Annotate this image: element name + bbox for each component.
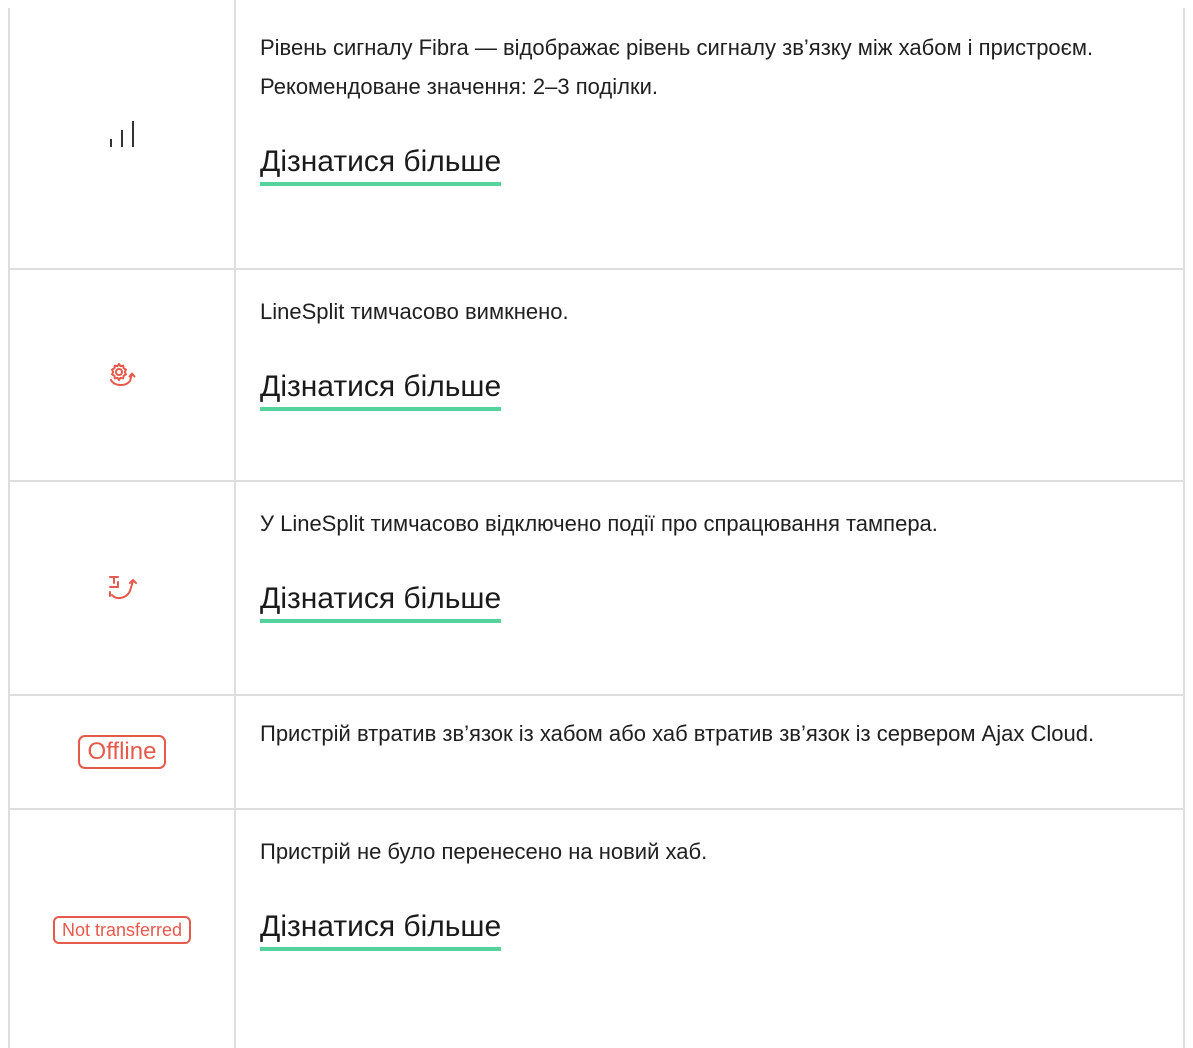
text-cell: Рівень сигналу Fibra — відображає рівень… <box>238 0 1183 268</box>
icon-cell: Offline <box>10 696 236 808</box>
table-row: Рівень сигналу Fibra — відображає рівень… <box>10 0 1183 268</box>
gear-rotate-icon <box>107 360 137 390</box>
learn-more-link[interactable]: Дізнатися більше <box>260 579 502 623</box>
row-description: LineSplit тимчасово вимкнено. <box>260 299 569 324</box>
text-cell: Пристрій втратив зв’язок із хабом або ха… <box>238 696 1183 808</box>
table-row: Offline Пристрій втратив зв’язок із хабо… <box>10 694 1183 808</box>
learn-more-link[interactable]: Дізнатися більше <box>260 907 502 951</box>
not-transferred-badge: Not transferred <box>52 916 192 944</box>
signal-strength-icon <box>107 119 137 149</box>
table-row: Not transferred Пристрій не було перенес… <box>10 808 1183 1048</box>
text-cell: Пристрій не було перенесено на новий хаб… <box>238 810 1183 1048</box>
text-cell: У LineSplit тимчасово відключено події п… <box>238 482 1183 694</box>
icon-cell <box>10 0 236 268</box>
table-row: У LineSplit тимчасово відключено події п… <box>10 480 1183 694</box>
learn-more-link[interactable]: Дізнатися більше <box>260 142 502 186</box>
offline-badge: Offline <box>77 735 167 769</box>
tamper-off-icon <box>106 573 138 603</box>
learn-more-link[interactable]: Дізнатися більше <box>260 367 502 411</box>
row-description: Рівень сигналу Fibra — відображає рівень… <box>260 35 1094 99</box>
icon-cell: Not transferred <box>10 810 236 1048</box>
row-description: Пристрій не було перенесено на новий хаб… <box>260 839 708 864</box>
icon-cell <box>10 270 236 480</box>
table-row: LineSplit тимчасово вимкнено. Дізнатися … <box>10 268 1183 480</box>
icon-cell <box>10 482 236 694</box>
row-description: Пристрій втратив зв’язок із хабом або ха… <box>260 721 1095 746</box>
row-description: У LineSplit тимчасово відключено події п… <box>260 511 938 536</box>
status-icons-table: Рівень сигналу Fibra — відображає рівень… <box>8 0 1185 1048</box>
text-cell: LineSplit тимчасово вимкнено. Дізнатися … <box>238 270 1183 480</box>
